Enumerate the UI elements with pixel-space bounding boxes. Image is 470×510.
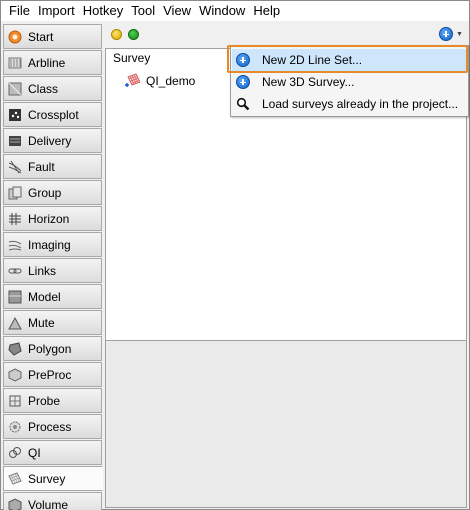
sidebar-item-links[interactable]: Links — [3, 258, 102, 283]
tree-item-survey[interactable]: QI_demo — [124, 73, 195, 89]
menu-window[interactable]: Window — [195, 1, 249, 21]
sidebar-item-label: Mute — [28, 315, 55, 330]
crossplot-icon — [8, 108, 22, 122]
sidebar-item-label: Imaging — [28, 237, 71, 252]
polygon-icon — [8, 341, 22, 356]
dropdown-arrow-icon: ▼ — [456, 30, 463, 38]
process-icon — [8, 420, 22, 434]
sidebar-item-survey[interactable]: Survey — [3, 466, 103, 491]
model-icon — [8, 290, 22, 304]
sidebar-item-label: Links — [28, 263, 57, 278]
links-icon — [8, 264, 22, 278]
arbline-icon — [8, 56, 22, 70]
delivery-icon — [8, 134, 22, 148]
status-green-icon[interactable] — [128, 29, 139, 40]
sidebar-item-model[interactable]: Model — [3, 284, 102, 309]
volume-icon — [8, 497, 22, 510]
sidebar-item-label: Fault — [28, 159, 55, 174]
group-icon — [8, 186, 22, 200]
add-circle-icon — [236, 75, 250, 89]
workspace-toolbar: ▼ — [104, 22, 469, 46]
sidebar-item-arbline[interactable]: Arbline — [3, 50, 102, 75]
sidebar-item-label: Polygon — [28, 341, 72, 356]
preproc-icon — [8, 367, 22, 382]
sidebar-item-label: Probe — [28, 393, 61, 408]
horizon-icon — [8, 212, 22, 226]
sidebar-item-preproc[interactable]: PreProc — [3, 362, 102, 387]
class-icon — [8, 82, 22, 96]
detail-panel — [105, 340, 467, 508]
survey-icon — [8, 471, 22, 486]
module-sidebar: Start Arbline Class Crossplot Delivery F… — [3, 22, 103, 510]
app-window: File Import Hotkey Tool View Window Help… — [0, 0, 470, 510]
menu-item-new-2d-line-set[interactable]: New 2D Line Set... — [232, 49, 467, 71]
add-circle-icon — [236, 53, 250, 67]
menu-view[interactable]: View — [159, 1, 195, 21]
sidebar-item-mute[interactable]: Mute — [3, 310, 102, 335]
add-survey-dropdown-button[interactable]: ▼ — [437, 25, 465, 43]
sidebar-item-label: Crossplot — [28, 107, 79, 122]
menu-import[interactable]: Import — [34, 1, 79, 21]
sidebar-item-crossplot[interactable]: Crossplot — [3, 102, 102, 127]
sidebar-item-delivery[interactable]: Delivery — [3, 128, 102, 153]
sidebar-item-imaging[interactable]: Imaging — [3, 232, 102, 257]
add-circle-icon — [439, 27, 454, 41]
sidebar-item-label: Process — [28, 419, 72, 434]
sidebar-item-start[interactable]: Start — [3, 24, 102, 49]
menu-tool[interactable]: Tool — [127, 1, 159, 21]
sidebar-item-fault[interactable]: Fault — [3, 154, 102, 179]
sidebar-item-label: Horizon — [28, 211, 70, 226]
magnifier-icon — [236, 97, 250, 111]
sidebar-item-volume[interactable]: Volume — [3, 492, 102, 510]
menu-item-load-surveys[interactable]: Load surveys already in the project... — [232, 93, 467, 115]
start-icon — [8, 30, 22, 44]
menu-hotkey[interactable]: Hotkey — [79, 1, 127, 21]
sidebar-item-qi[interactable]: QI — [3, 440, 102, 465]
imaging-icon — [8, 238, 22, 252]
survey-grid-icon — [124, 73, 142, 89]
sidebar-item-label: Group — [28, 185, 62, 200]
sidebar-item-label: Volume — [28, 497, 69, 510]
sidebar-item-process[interactable]: Process — [3, 414, 102, 439]
menu-bar: File Import Hotkey Tool View Window Help — [1, 1, 469, 21]
menu-item-label: New 2D Line Set... — [262, 53, 363, 67]
sidebar-item-group[interactable]: Group — [3, 180, 102, 205]
add-survey-menu: New 2D Line Set... New 3D Survey... Load… — [230, 45, 469, 117]
sidebar-item-class[interactable]: Class — [3, 76, 102, 101]
sidebar-item-label: Arbline — [28, 55, 66, 70]
tree-item-label: QI_demo — [146, 74, 196, 88]
sidebar-item-label: Survey — [28, 471, 66, 486]
sidebar-item-label: Delivery — [28, 133, 72, 148]
sidebar-item-label: PreProc — [28, 367, 72, 382]
sidebar-item-horizon[interactable]: Horizon — [3, 206, 102, 231]
probe-icon — [8, 394, 22, 408]
sidebar-item-probe[interactable]: Probe — [3, 388, 102, 413]
menu-file[interactable]: File — [5, 1, 34, 21]
sidebar-item-label: Class — [28, 81, 59, 96]
menu-item-label: New 3D Survey... — [262, 75, 355, 89]
menu-item-label: Load surveys already in the project... — [262, 97, 459, 111]
sidebar-item-label: Model — [28, 289, 61, 304]
sidebar-item-label: QI — [28, 445, 41, 460]
menu-help[interactable]: Help — [249, 1, 284, 21]
fault-icon — [8, 160, 22, 174]
qi-icon — [8, 446, 22, 460]
status-yellow-icon[interactable] — [111, 29, 122, 40]
sidebar-item-polygon[interactable]: Polygon — [3, 336, 102, 361]
sidebar-item-label: Start — [28, 29, 54, 44]
mute-icon — [8, 316, 22, 330]
menu-item-new-3d-survey[interactable]: New 3D Survey... — [232, 71, 467, 93]
